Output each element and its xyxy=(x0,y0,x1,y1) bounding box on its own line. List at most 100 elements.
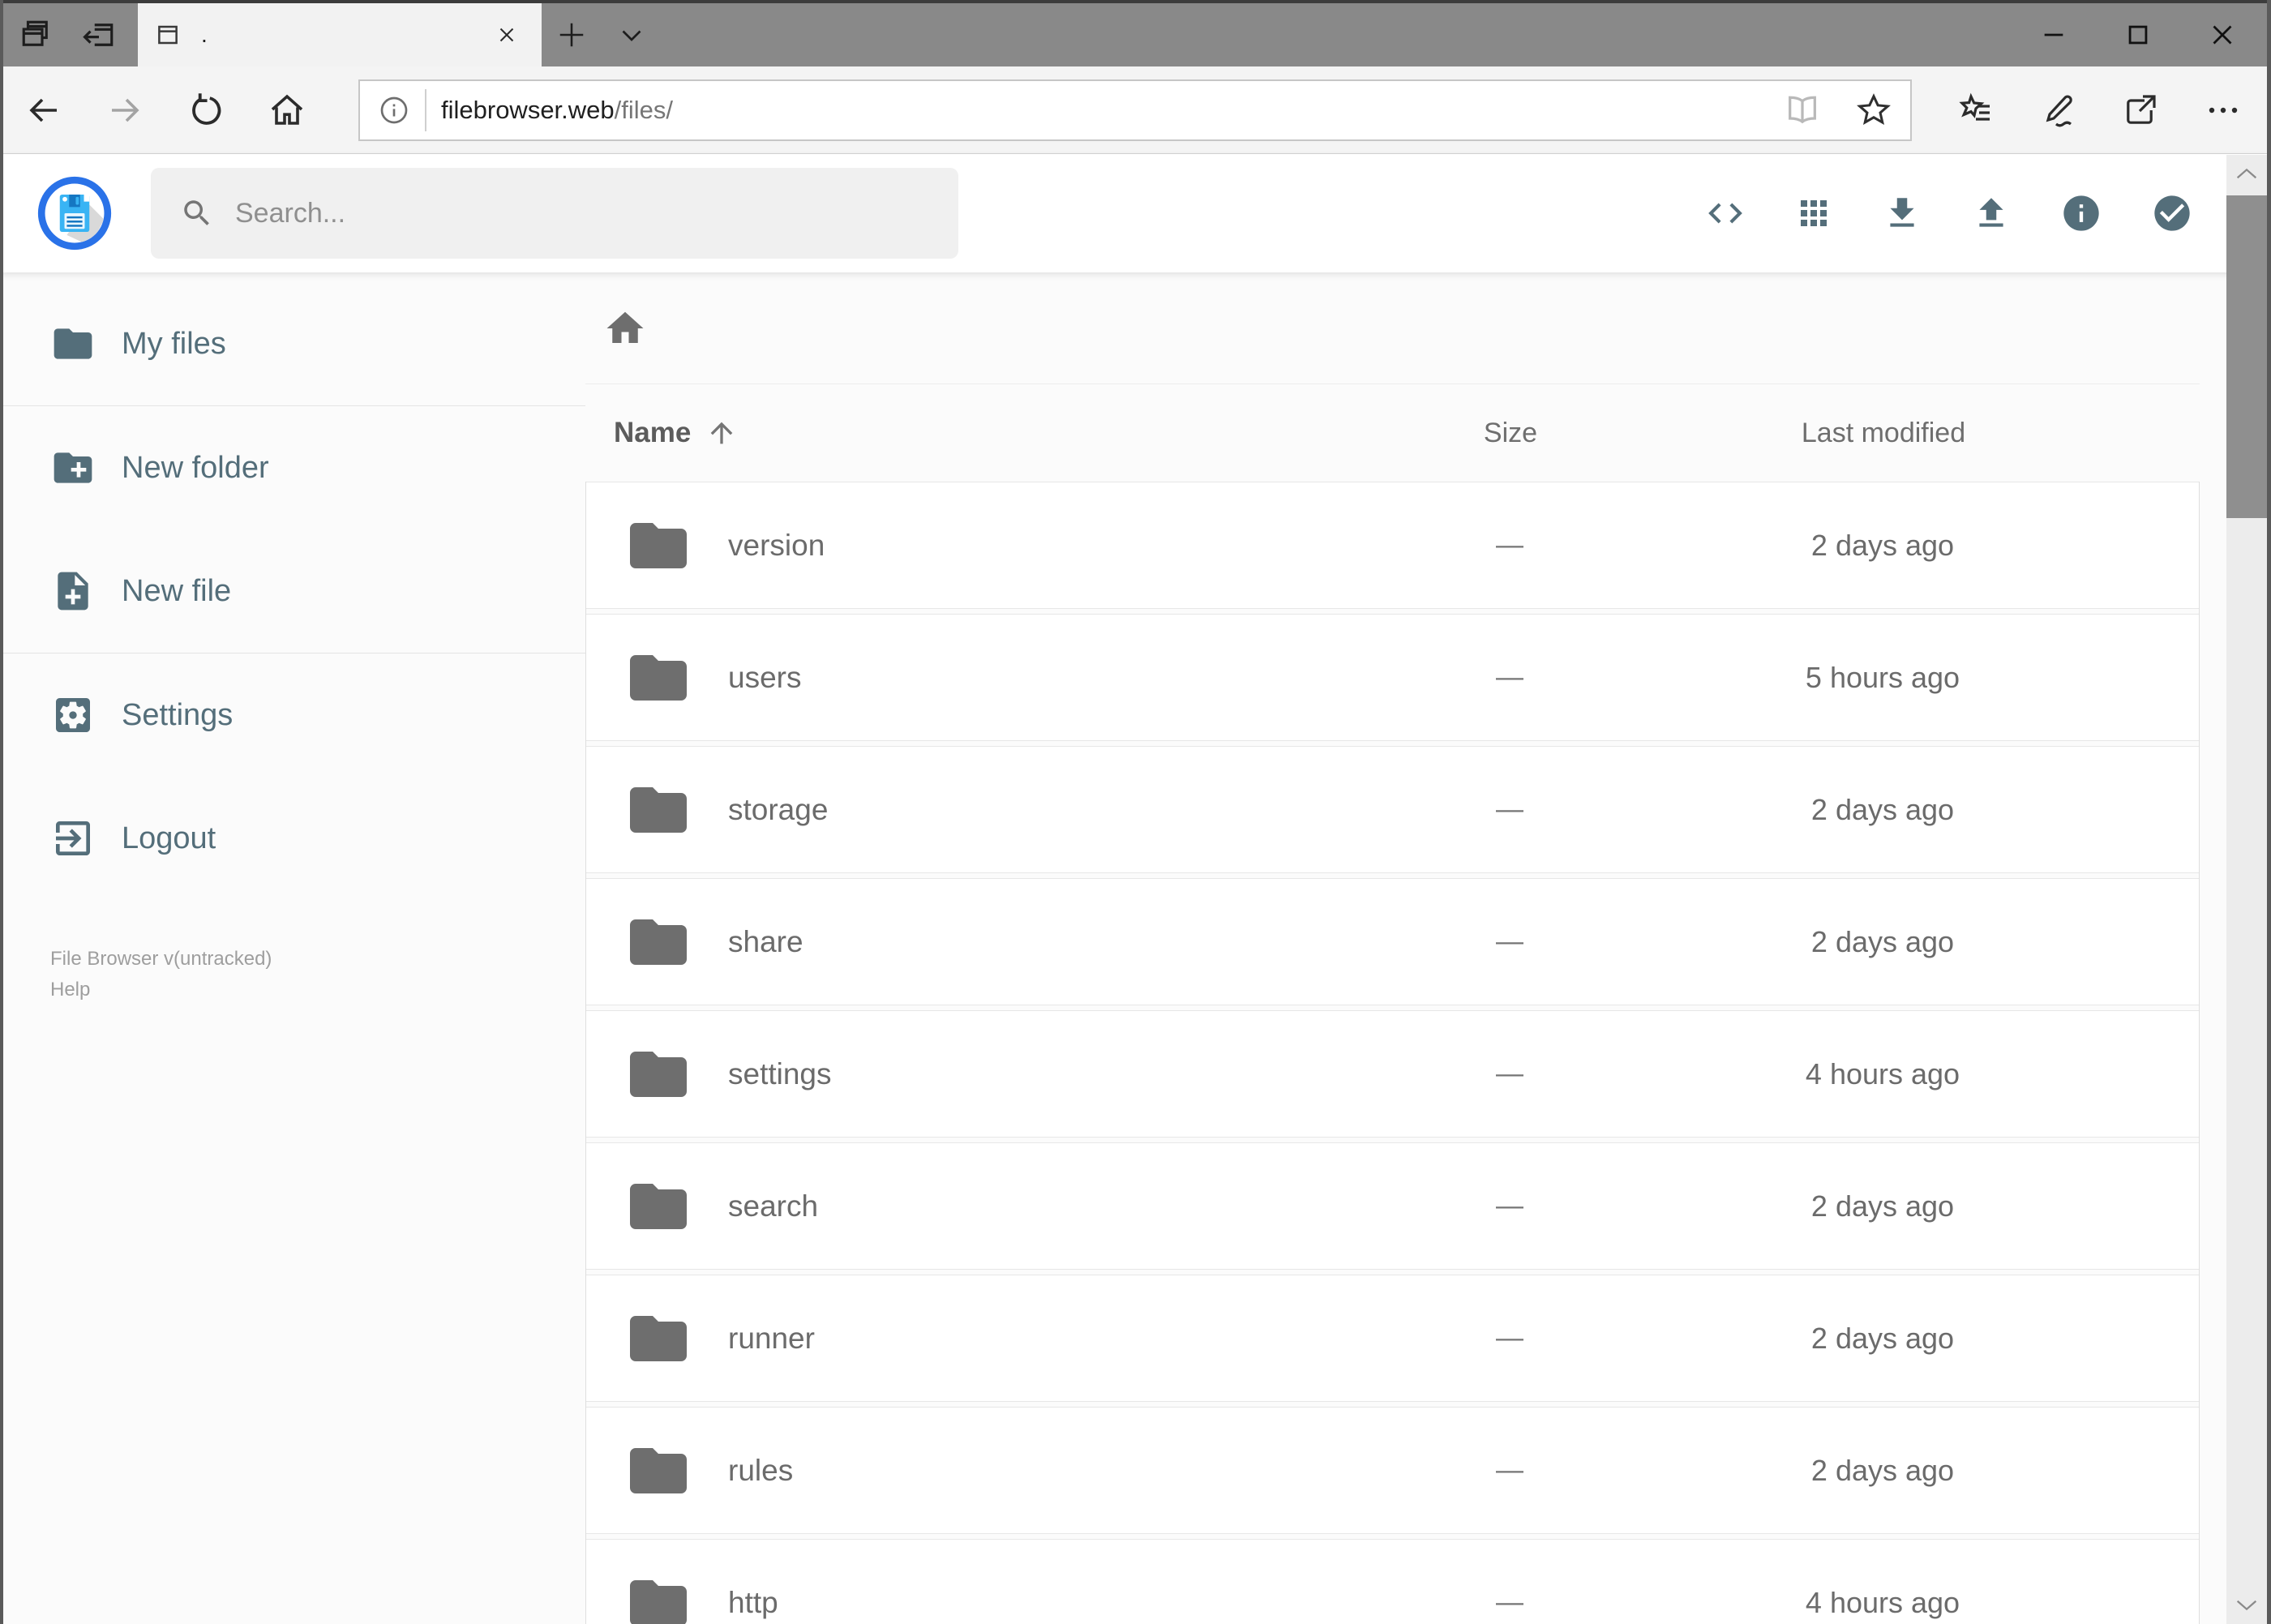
table-row[interactable]: version — 2 days ago xyxy=(586,482,2199,609)
file-name: runner xyxy=(728,1321,815,1355)
table-row[interactable]: http — 4 hours ago xyxy=(586,1539,2199,1624)
file-name: rules xyxy=(728,1453,794,1487)
file-size: — xyxy=(1496,529,1523,560)
table-row[interactable]: storage — 2 days ago xyxy=(586,746,2199,873)
url-divider xyxy=(425,88,426,131)
sidebar-item-settings[interactable]: Settings xyxy=(0,653,585,777)
file-list: version — 2 days ago users — 5 hours ago… xyxy=(585,482,2200,1624)
upload-icon[interactable] xyxy=(1971,193,2012,234)
file-size: — xyxy=(1496,794,1523,825)
minimize-icon[interactable] xyxy=(2012,3,2096,66)
tab-favicon-icon xyxy=(156,23,180,47)
page-info-icon[interactable] xyxy=(378,94,410,126)
search-input[interactable] xyxy=(235,197,950,229)
hub-icon[interactable] xyxy=(1956,91,1995,130)
scroll-up-icon[interactable] xyxy=(2226,155,2267,194)
browser-home-icon[interactable] xyxy=(246,91,328,130)
annotate-pen-icon[interactable] xyxy=(2038,91,2077,130)
sidebar-item-label: My files xyxy=(122,326,226,361)
tab-preview-icon[interactable] xyxy=(19,18,54,52)
table-row[interactable]: search — 2 days ago xyxy=(586,1142,2199,1270)
file-size: — xyxy=(1496,926,1523,957)
folder-icon xyxy=(624,1172,692,1240)
listing-header: Name Size Last modified xyxy=(585,384,2200,482)
table-row[interactable]: rules — 2 days ago xyxy=(586,1407,2199,1534)
table-row[interactable]: share — 2 days ago xyxy=(586,878,2199,1005)
filebrowser-logo xyxy=(36,174,114,252)
file-name: share xyxy=(728,924,803,958)
close-icon[interactable] xyxy=(2180,3,2265,66)
grid-view-icon[interactable] xyxy=(1794,194,1833,233)
select-check-icon[interactable] xyxy=(2151,192,2193,234)
search-icon xyxy=(180,196,214,230)
column-header-size[interactable]: Size xyxy=(1381,418,1640,449)
favorite-star-icon[interactable] xyxy=(1855,92,1892,129)
column-header-name[interactable]: Name xyxy=(614,417,1381,449)
file-size: — xyxy=(1496,662,1523,692)
folder-icon xyxy=(624,1437,692,1505)
column-header-modified[interactable]: Last modified xyxy=(1640,418,2127,449)
file-name: settings xyxy=(728,1056,832,1091)
sort-ascending-icon xyxy=(705,417,738,449)
folder-icon xyxy=(624,776,692,844)
breadcrumb xyxy=(585,272,2200,384)
scrollbar-thumb[interactable] xyxy=(2226,195,2267,518)
more-icon[interactable] xyxy=(2204,91,2243,130)
code-icon[interactable] xyxy=(1705,193,1746,234)
sidebar: My files New folder New file Settings Lo… xyxy=(0,272,585,1506)
sidebar-credits: File Browser v(untracked) Help xyxy=(0,944,585,1005)
url-host: filebrowser.web xyxy=(441,95,615,124)
file-size: — xyxy=(1496,1322,1523,1353)
scroll-down-icon[interactable] xyxy=(2226,1585,2267,1624)
sidebar-item-label: Logout xyxy=(122,821,216,855)
app-header xyxy=(0,154,2271,272)
file-modified: 2 days ago xyxy=(1810,792,1955,826)
browser-tab[interactable]: . xyxy=(138,3,542,66)
set-tabs-aside-icon[interactable] xyxy=(81,18,117,52)
reading-view-icon[interactable] xyxy=(1784,92,1821,129)
back-icon[interactable] xyxy=(3,91,84,130)
header-actions xyxy=(1705,192,2193,234)
table-row[interactable]: users — 5 hours ago xyxy=(586,614,2199,741)
forward-icon[interactable] xyxy=(84,91,165,130)
file-name: search xyxy=(728,1189,819,1223)
sidebar-item-new-folder[interactable]: New folder xyxy=(0,406,585,529)
page-scrollbar[interactable] xyxy=(2226,155,2267,1624)
folder-icon xyxy=(624,908,692,976)
table-row[interactable]: settings — 4 hours ago xyxy=(586,1010,2199,1138)
info-icon[interactable] xyxy=(2060,192,2102,234)
tab-close-icon[interactable] xyxy=(490,18,524,52)
maximize-icon[interactable] xyxy=(2096,3,2180,66)
file-modified: 2 days ago xyxy=(1810,924,1955,958)
address-bar[interactable]: filebrowser.web/files/ xyxy=(358,79,1912,141)
folder-icon xyxy=(624,644,692,712)
file-modified: 2 days ago xyxy=(1810,1189,1955,1223)
file-modified: 5 hours ago xyxy=(1805,660,1960,694)
file-size: — xyxy=(1496,1455,1523,1485)
app-version-text: File Browser v(untracked) xyxy=(50,948,272,970)
new-tab-button[interactable] xyxy=(542,3,602,66)
sidebar-item-logout[interactable]: Logout xyxy=(0,777,585,900)
folder-icon xyxy=(624,512,692,580)
folder-icon xyxy=(624,1040,692,1108)
window-border-right xyxy=(2267,0,2271,1624)
folder-icon xyxy=(624,1305,692,1373)
download-icon[interactable] xyxy=(1882,193,1922,234)
help-link[interactable]: Help xyxy=(50,979,90,1001)
share-icon[interactable] xyxy=(2121,91,2160,130)
tab-dropdown-icon[interactable] xyxy=(602,3,662,66)
sidebar-item-new-file[interactable]: New file xyxy=(0,529,585,653)
sidebar-item-my-files[interactable]: My files xyxy=(0,282,585,405)
sidebar-item-label: Settings xyxy=(122,697,234,732)
url-text: filebrowser.web/files/ xyxy=(441,96,673,125)
table-row[interactable]: runner — 2 days ago xyxy=(586,1275,2199,1402)
search-box[interactable] xyxy=(151,168,958,259)
home-icon[interactable] xyxy=(600,303,650,354)
settings-gear-icon xyxy=(50,692,96,738)
refresh-icon[interactable] xyxy=(165,92,246,129)
url-path: /files/ xyxy=(614,95,674,124)
file-name: users xyxy=(728,660,802,694)
file-name: version xyxy=(728,528,825,562)
sidebar-item-label: New file xyxy=(122,573,232,608)
sidebar-item-label: New folder xyxy=(122,450,269,485)
